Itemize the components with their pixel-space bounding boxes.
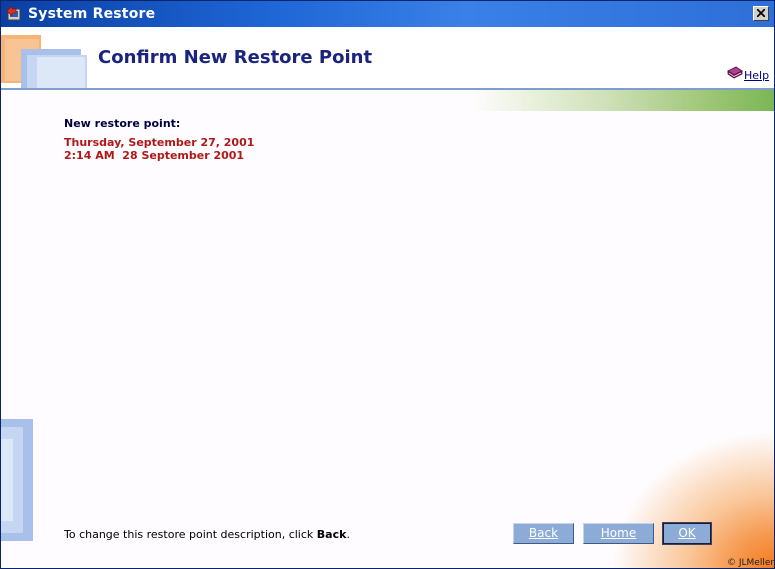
page-header: Confirm New Restore Point Help xyxy=(1,27,774,89)
title-bar[interactable]: System Restore xyxy=(1,1,774,27)
corner-decoration xyxy=(611,431,774,568)
restore-point-description: 2:14 AM 28 September 2001 xyxy=(64,149,245,162)
header-gradient-strip xyxy=(471,90,774,111)
page-title: Confirm New Restore Point xyxy=(98,47,373,68)
ok-button[interactable]: OK xyxy=(662,522,712,545)
system-restore-icon xyxy=(6,5,21,21)
system-restore-window: System Restore Confirm New Restore Point… xyxy=(0,0,775,569)
copyright-text: © JLMeller xyxy=(727,558,775,568)
help-label: Help xyxy=(744,69,770,82)
close-button[interactable] xyxy=(753,6,769,21)
footer-instruction-text: To change this restore point description… xyxy=(64,528,317,541)
restore-point-label: New restore point: xyxy=(64,117,181,130)
footer-instruction-back: Back xyxy=(316,528,347,541)
help-book-icon xyxy=(727,66,743,79)
footer-instruction-end: . xyxy=(346,528,350,541)
home-button[interactable]: Home xyxy=(583,523,654,544)
left-side-decoration xyxy=(1,419,33,541)
close-icon xyxy=(757,9,765,17)
restore-point-date: Thursday, September 27, 2001 xyxy=(64,136,255,149)
window-title: System Restore xyxy=(28,6,156,22)
header-decoration xyxy=(1,35,87,89)
back-button[interactable]: Back xyxy=(513,523,574,544)
footer-instruction: To change this restore point description… xyxy=(64,528,350,541)
